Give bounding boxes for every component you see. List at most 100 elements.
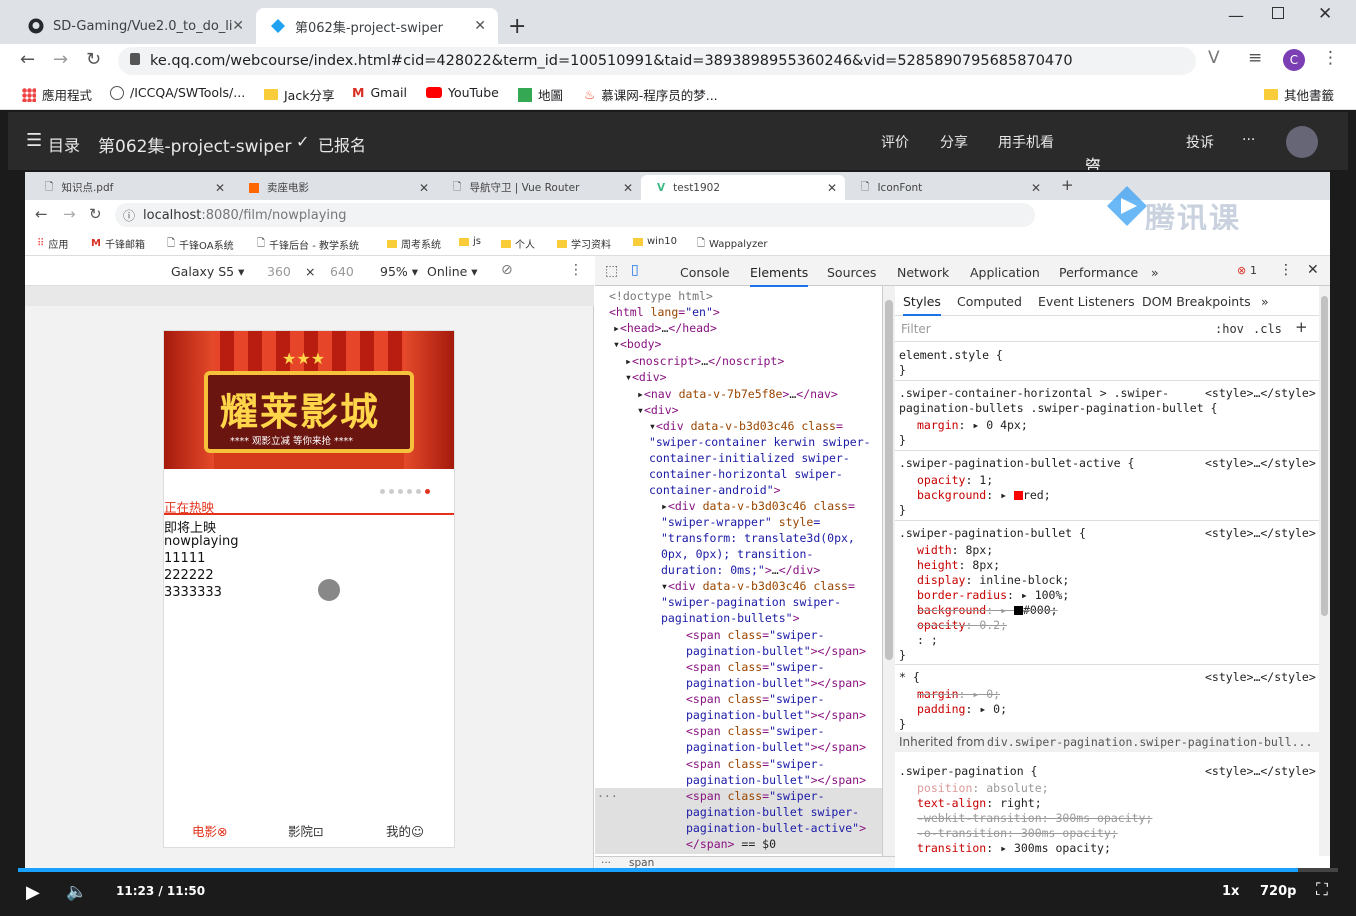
error-icon[interactable]: ⊗ [1237, 264, 1246, 277]
bookmark-other[interactable]: 其他書籤 [1264, 85, 1334, 104]
inner-bookmark[interactable]: 🗋 Wappalyzer [697, 236, 767, 253]
review-link[interactable]: 评价 [881, 132, 909, 152]
rotate-icon[interactable]: ⊘ [501, 262, 513, 278]
close-icon[interactable]: ✕ [215, 181, 225, 195]
tab-computed[interactable]: Computed [957, 294, 1022, 309]
bookmark-iccqa[interactable]: /ICCQA/SWTools/... [110, 85, 245, 100]
bookmark-apps[interactable]: 應用程式 [22, 85, 92, 104]
back-icon[interactable]: ← [20, 49, 35, 70]
back-icon[interactable]: ← [35, 205, 48, 223]
close-icon[interactable]: ✕ [474, 18, 486, 34]
device-width[interactable]: 360 [267, 264, 291, 279]
close-window-icon[interactable]: ✕ [1318, 4, 1332, 24]
bookmark-gmail[interactable]: M Gmail [352, 85, 407, 100]
quality-select[interactable]: 720p [1260, 884, 1296, 899]
reload-icon[interactable]: ↻ [89, 205, 102, 223]
more-icon[interactable]: ⋮ [569, 262, 583, 278]
inner-bookmark[interactable]: M 千锋邮箱 [91, 236, 145, 251]
tab-cinema[interactable]: 影院⊡ [288, 821, 324, 840]
styles-scrollbar[interactable] [1319, 286, 1330, 856]
scroll-thumb[interactable] [1321, 296, 1328, 616]
inner-tab-test1902[interactable]: Vtest1902 ✕ [641, 175, 845, 200]
device-toggle-icon[interactable]: ▯ [631, 262, 639, 278]
bookmark-imooc[interactable]: ♨ 慕课网-程序员的梦... [584, 85, 718, 104]
close-icon[interactable]: ✕ [232, 18, 244, 34]
filter-input[interactable]: Filter [901, 322, 931, 336]
inner-tab-pdf[interactable]: 🗋 知识点.pdf ✕ [29, 175, 233, 200]
add-rule-icon[interactable]: + [1295, 318, 1308, 336]
scroll-thumb[interactable] [885, 300, 893, 660]
pagination-bullet[interactable] [380, 489, 385, 494]
reading-list-icon[interactable]: ≡ [1248, 48, 1262, 68]
swiper-banner[interactable]: 耀莱影城 **** 观影立减 等你来抢 **** ★★★ [164, 331, 454, 469]
outer-tab-swiper[interactable]: 第062集-project-swiper ✕ [256, 8, 498, 44]
share-link[interactable]: 分享 [940, 132, 968, 152]
inner-address-bar[interactable]: ⓘ localhost:8080/film/nowplaying [115, 203, 1035, 227]
devtools-menu-icon[interactable]: ⋮ [1279, 262, 1293, 278]
pagination-bullet[interactable] [416, 489, 421, 494]
inner-bookmark[interactable]: js [459, 236, 481, 247]
tab-performance[interactable]: Performance [1059, 265, 1138, 280]
outer-address-bar[interactable]: ke.qq.com/webcourse/index.html#cid=42802… [118, 47, 1196, 75]
inner-bookmark[interactable]: 个人 [501, 236, 535, 251]
reload-icon[interactable]: ↻ [86, 49, 101, 70]
color-swatch-red[interactable] [1013, 491, 1023, 500]
inner-tab-iconfont[interactable]: 🗋 IconFont ✕ [845, 175, 1049, 200]
tab-styles[interactable]: Styles [903, 294, 941, 316]
maximize-icon[interactable] [1272, 7, 1284, 19]
hov-toggle[interactable]: :hov [1215, 322, 1244, 336]
tab-elements[interactable]: Elements [750, 265, 809, 287]
more-menu-icon[interactable]: ⋮ [1322, 48, 1339, 68]
new-tab-icon[interactable]: + [1061, 176, 1074, 194]
tab-sources[interactable]: Sources [827, 265, 876, 280]
more-tabs[interactable]: » [1151, 265, 1159, 280]
bookmark-jack[interactable]: Jack分享 [264, 85, 334, 104]
device-select[interactable]: Galaxy S5 ▾ [171, 264, 244, 279]
tab-network[interactable]: Network [897, 265, 949, 280]
tab-application[interactable]: Application [970, 265, 1040, 280]
inner-bookmark[interactable]: 周考系统 [387, 236, 441, 251]
speed-select[interactable]: 1x [1222, 884, 1239, 899]
bookmark-youtube[interactable]: YouTube [426, 85, 499, 100]
device-height[interactable]: 640 [330, 264, 354, 279]
more-actions[interactable]: ··· [1242, 132, 1255, 148]
inner-tab-router[interactable]: 🗋 导航守卫 | Vue Router ✕ [437, 175, 641, 200]
inherited-selector[interactable]: div.swiper-pagination.swiper-pagination-… [987, 735, 1312, 749]
pagination-bullet[interactable] [389, 489, 394, 494]
extension-v-icon[interactable]: V [1208, 48, 1220, 68]
volume-icon[interactable]: 🔈 [66, 882, 87, 902]
color-swatch-black[interactable] [1013, 606, 1023, 615]
inner-bookmark[interactable]: ⠿ 应用 [37, 236, 68, 251]
outer-tab-github[interactable]: SD-Gaming/Vue2.0_to_do_list ✕ [14, 8, 256, 44]
close-icon[interactable]: ✕ [419, 181, 429, 195]
elements-scrollbar[interactable] [883, 286, 895, 856]
forward-icon[interactable]: → [53, 49, 68, 70]
pagination-bullet[interactable] [407, 489, 412, 494]
play-icon[interactable]: ▶ [26, 882, 40, 903]
close-icon[interactable]: ✕ [1031, 181, 1041, 195]
minimize-icon[interactable]: — [1228, 6, 1244, 25]
inner-tab-film[interactable]: 卖座电影 ✕ [233, 175, 437, 200]
tab-dom-breakpoints[interactable]: DOM Breakpoints [1142, 294, 1251, 309]
zoom-select[interactable]: 95% ▾ [380, 264, 418, 279]
menu-icon[interactable]: ☰ [26, 130, 42, 151]
fullscreen-icon[interactable]: ⛶ [1316, 880, 1328, 900]
bookmark-maps[interactable]: 地圖 [518, 85, 563, 104]
new-tab-icon[interactable]: + [508, 14, 526, 39]
close-icon[interactable]: ✕ [623, 181, 633, 195]
tab-mine[interactable]: 我的☺ [386, 821, 424, 840]
inner-bookmark[interactable]: 🗋 千锋后台 - 教学系统 [257, 236, 359, 253]
inner-bookmark[interactable]: 🗋 千锋OA系统 [167, 236, 234, 253]
cls-toggle[interactable]: .cls [1253, 322, 1282, 336]
pagination-bullet[interactable] [398, 489, 403, 494]
profile-avatar[interactable]: C [1283, 49, 1305, 71]
network-select[interactable]: Online ▾ [427, 264, 478, 279]
tab-event-listeners[interactable]: Event Listeners [1038, 294, 1135, 309]
close-icon[interactable]: ✕ [827, 181, 837, 195]
tab-console[interactable]: Console [680, 265, 730, 280]
tab-film[interactable]: 电影⊗ [192, 821, 228, 840]
pagination-bullet-active[interactable] [425, 489, 430, 494]
inner-bookmark[interactable]: 学习资料 [557, 236, 611, 251]
catalog-link[interactable]: 目录 [48, 132, 80, 156]
forward-icon[interactable]: → [63, 205, 76, 223]
